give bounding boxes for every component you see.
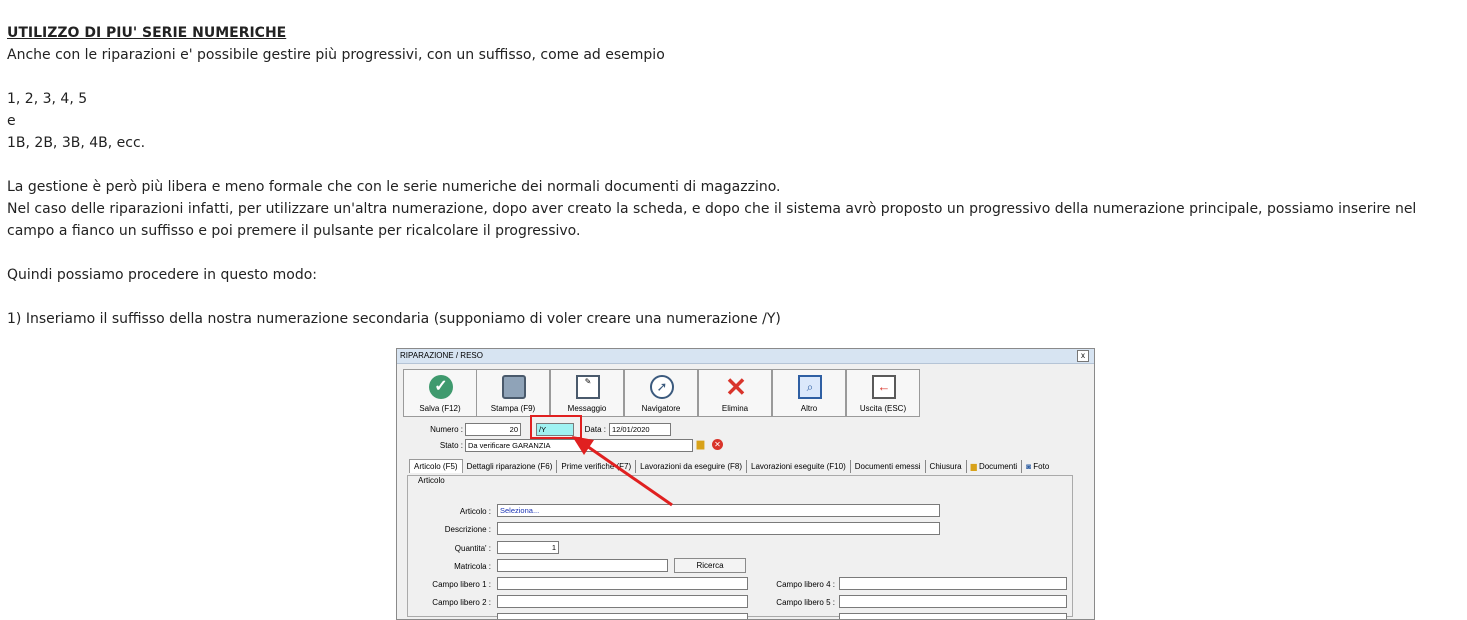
annotation-arrow bbox=[572, 436, 673, 507]
campo3-input[interactable] bbox=[497, 613, 748, 619]
campo6-input[interactable] bbox=[839, 613, 1067, 619]
